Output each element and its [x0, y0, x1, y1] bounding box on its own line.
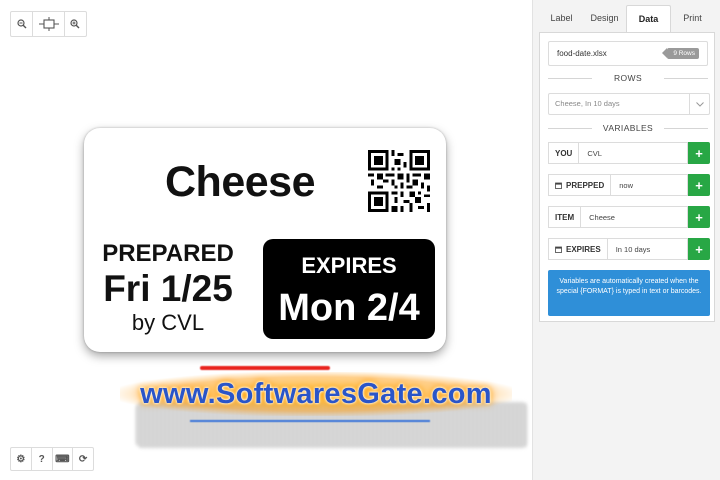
- expires-date: Mon 2/4: [278, 287, 420, 329]
- file-name: food-date.xlsx: [557, 49, 607, 58]
- calendar-icon: [555, 246, 562, 253]
- fit-to-screen-button[interactable]: [33, 12, 65, 36]
- variable-value-input[interactable]: In 10 days: [606, 238, 688, 260]
- variable-row-expires: EXPIRES In 10 days +: [548, 238, 710, 260]
- add-variable-button[interactable]: +: [688, 206, 710, 228]
- chevron-down-icon: [689, 94, 709, 114]
- data-file-field[interactable]: food-date.xlsx 9 Rows: [548, 41, 708, 66]
- keyboard-button[interactable]: ⌨: [53, 448, 74, 470]
- rows-count-badge: 9 Rows: [662, 48, 699, 59]
- variable-row-prepped: PREPPED now +: [548, 174, 710, 196]
- variable-key: EXPIRES: [548, 238, 607, 260]
- expires-heading: EXPIRES: [301, 253, 397, 278]
- variable-value-input[interactable]: CVL: [578, 142, 688, 164]
- variable-key: PREPPED: [548, 174, 611, 196]
- variable-key: ITEM: [548, 206, 581, 228]
- variable-row-you: YOU CVL +: [548, 142, 710, 164]
- zoom-out-button[interactable]: [11, 12, 34, 36]
- help-button[interactable]: ?: [32, 448, 53, 470]
- refresh-button[interactable]: ⟳: [73, 448, 93, 470]
- prepared-date: Fri 1/25: [103, 268, 233, 309]
- watermark-blue-line: [190, 420, 430, 422]
- settings-button[interactable]: ⚙: [11, 448, 32, 470]
- variable-key-label: EXPIRES: [566, 244, 601, 254]
- watermark-red-line: [200, 366, 330, 370]
- bottom-toolbar: ⚙ ? ⌨ ⟳: [10, 447, 94, 471]
- refresh-icon: ⟳: [78, 453, 88, 465]
- variable-row-item: ITEM Cheese +: [548, 206, 710, 228]
- add-variable-button[interactable]: +: [688, 174, 710, 196]
- tab-design[interactable]: Design: [583, 5, 626, 33]
- prepared-heading: PREPARED: [102, 240, 234, 267]
- prepared-by: by CVL: [131, 310, 205, 335]
- zoom-toolbar: [10, 11, 87, 37]
- label-preview[interactable]: Cheese PREPARED Fri 1/25 by CVL EXPIRES …: [84, 128, 446, 352]
- variables-heading: VARIABLES: [548, 123, 708, 133]
- row-select[interactable]: Cheese, In 10 days: [548, 93, 710, 115]
- variable-value-input[interactable]: Cheese: [580, 206, 688, 228]
- data-panel: food-date.xlsx 9 Rows ROWS Cheese, In 10…: [539, 32, 715, 322]
- variable-key: YOU: [548, 142, 579, 164]
- help-icon: ?: [38, 453, 45, 465]
- variable-key-label: YOU: [555, 148, 573, 158]
- expires-block[interactable]: EXPIRES Mon 2/4: [263, 239, 435, 339]
- qr-code[interactable]: [368, 148, 430, 214]
- add-variable-button[interactable]: +: [688, 142, 710, 164]
- row-select-value: Cheese, In 10 days: [555, 99, 620, 108]
- add-variable-button[interactable]: +: [688, 238, 710, 260]
- keyboard-icon: ⌨: [55, 453, 70, 465]
- tab-label[interactable]: Label: [540, 5, 583, 33]
- sidebar-tabs: Label Design Data Print: [540, 5, 714, 33]
- variable-key-label: ITEM: [555, 212, 575, 222]
- tab-data[interactable]: Data: [626, 5, 671, 33]
- zoom-in-button[interactable]: [65, 12, 86, 36]
- label-item-text[interactable]: Cheese: [84, 158, 396, 207]
- tab-print[interactable]: Print: [671, 5, 714, 33]
- rows-heading: ROWS: [548, 73, 708, 83]
- watermark-text: www.SoftwaresGate.com: [140, 378, 492, 410]
- variable-value-input[interactable]: now: [610, 174, 688, 196]
- variable-key-label: PREPPED: [566, 180, 605, 190]
- fit-to-screen-icon: [38, 17, 59, 31]
- settings-icon: ⚙: [16, 453, 26, 465]
- prepared-block[interactable]: PREPARED Fri 1/25 by CVL: [84, 240, 252, 336]
- calendar-icon: [555, 182, 562, 189]
- variables-info-box: Variables are automatically created when…: [548, 270, 710, 316]
- zoom-in-icon: [70, 19, 80, 29]
- zoom-out-icon: [17, 19, 27, 29]
